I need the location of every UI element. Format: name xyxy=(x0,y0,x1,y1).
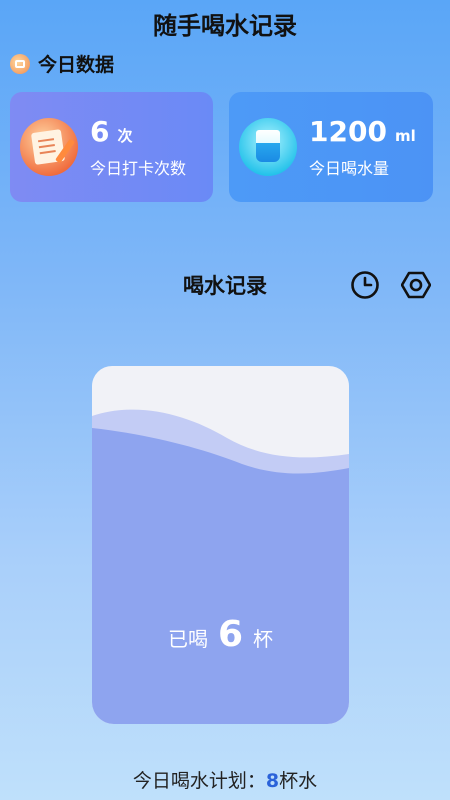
drunk-cups-display: 已喝 6 杯 xyxy=(92,614,349,655)
drunk-count: 6 xyxy=(217,614,244,655)
clock-icon[interactable] xyxy=(350,270,380,300)
water-amount-unit: ml xyxy=(394,127,416,145)
checkin-count-unit: 次 xyxy=(117,127,133,145)
app-title: 随手喝水记录 xyxy=(153,12,297,40)
checkin-count-card[interactable]: 6次 今日打卡次数 xyxy=(10,92,213,202)
drunk-prefix: 已喝 xyxy=(167,627,208,651)
water-amount-card[interactable]: 1200 ml 今日喝水量 xyxy=(229,92,433,202)
today-section-header: 今日数据 xyxy=(10,50,114,77)
water-amount-label: 今日喝水量 xyxy=(309,159,390,178)
water-amount-value: 1200 xyxy=(309,115,387,148)
plan-unit: 杯水 xyxy=(279,770,318,792)
checkin-count-label: 今日打卡次数 xyxy=(90,159,187,178)
water-glass-graphic xyxy=(92,409,349,724)
plan-label: 今日喝水计划： xyxy=(132,770,266,792)
today-section-title: 今日数据 xyxy=(38,54,115,76)
drink-record-title: 喝水记录 xyxy=(183,274,267,298)
water-cup-icon xyxy=(239,118,297,176)
settings-icon[interactable] xyxy=(400,270,432,300)
water-glass[interactable] xyxy=(92,366,349,724)
notebook-icon xyxy=(20,118,78,176)
drunk-suffix: 杯 xyxy=(253,627,274,651)
plan-count: 8 xyxy=(265,770,280,792)
drink-plan: 今日喝水计划：8杯水 xyxy=(0,766,450,793)
checkin-count-value: 6 xyxy=(90,115,110,148)
calendar-icon xyxy=(10,53,30,74)
